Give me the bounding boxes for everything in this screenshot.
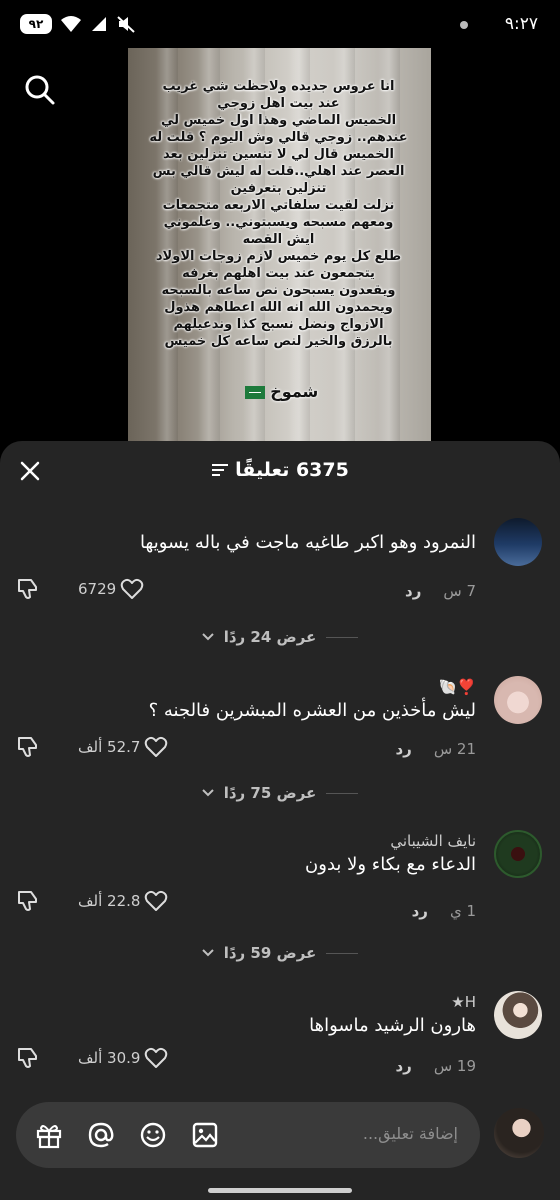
view-replies-label: عرض 59 ردًا (223, 944, 317, 962)
avatar[interactable] (494, 830, 542, 878)
like-count: 52.7 ألف (78, 738, 141, 756)
heart-icon[interactable] (144, 890, 168, 912)
comment-body: نايف الشيباني الدعاء مع بكاء ولا بدون (14, 830, 476, 878)
emoji-icon (140, 1122, 166, 1148)
video-preview[interactable]: انا عروس جديده ولاحظت شي غريب عند بيت اه… (128, 48, 431, 448)
comment-time: 1 ي (449, 902, 476, 920)
divider (326, 792, 359, 794)
comment-username[interactable]: نايف الشيباني (14, 830, 476, 852)
comment-username[interactable]: H★ (14, 991, 476, 1013)
view-replies-button[interactable]: عرض 59 ردًا (0, 944, 560, 962)
divider (326, 636, 359, 638)
comment-body: النمرود وهو اكبر طاغيه ماجت في باله يسوي… (14, 518, 476, 556)
view-replies-label: عرض 24 ردًا (223, 628, 317, 646)
comment-actions: 22.8 ألف (16, 890, 168, 912)
close-button[interactable] (14, 455, 46, 487)
emoji-button[interactable] (138, 1120, 168, 1150)
comment-actions: 6729 (16, 578, 144, 600)
video-signature: شموخ (128, 382, 431, 401)
comment-item: H★ هارون الرشيد ماسواها 19 س رد 30.9 ألف (0, 991, 560, 1101)
comment-time: 7 س (443, 582, 476, 600)
view-replies-button[interactable]: عرض 24 ردًا (0, 628, 560, 646)
comment-time: 19 س (433, 1057, 476, 1075)
signature-text: شموخ (270, 382, 319, 401)
like-count: 30.9 ألف (78, 1049, 141, 1067)
comment-text: ليش مأخذين من العشره المبشرين فالجنه ؟ (148, 700, 476, 721)
like-count: 22.8 ألف (78, 892, 141, 910)
reply-button[interactable]: رد (395, 1057, 411, 1075)
comment-input[interactable]: إضافة تعليق... (16, 1102, 480, 1168)
comment-count: 6375 تعليقًا (235, 459, 349, 481)
comments-sheet: 6375 تعليقًا النمرود وهو اكبر طاغيه ماجت… (0, 441, 560, 1200)
wifi-icon (61, 16, 81, 32)
comment-text: الدعاء مع بكاء ولا بدون (305, 854, 476, 875)
comment-item: نايف الشيباني الدعاء مع بكاء ولا بدون 1 … (0, 830, 560, 940)
view-replies-label: عرض 75 ردًا (223, 784, 317, 802)
input-actions (34, 1120, 220, 1150)
search-button[interactable] (20, 70, 60, 110)
heart-icon[interactable] (120, 578, 144, 600)
comment-item: ❣️🐚 ليش مأخذين من العشره المبشرين فالجنه… (0, 676, 560, 786)
filter-icon[interactable] (211, 462, 229, 478)
notification-dot (460, 21, 468, 29)
reply-button[interactable]: رد (395, 740, 411, 758)
chevron-down-icon (202, 949, 214, 957)
comment-actions: 52.7 ألف (16, 736, 168, 758)
mute-icon (117, 16, 135, 33)
sheet-header: 6375 تعليقًا (0, 441, 560, 501)
thumbs-down-icon[interactable] (16, 736, 40, 758)
comment-item: النمرود وهو اكبر طاغيه ماجت في باله يسوي… (0, 518, 560, 628)
comment-body: ❣️🐚 ليش مأخذين من العشره المبشرين فالجنه… (14, 676, 476, 724)
avatar[interactable] (494, 991, 542, 1039)
comment-meta: 21 س رد (395, 740, 476, 758)
like-count: 6729 (78, 580, 117, 598)
comment-time: 21 س (433, 740, 476, 758)
comment-meta: 1 ي رد (412, 902, 476, 920)
reply-button[interactable]: رد (405, 582, 421, 600)
image-button[interactable] (190, 1120, 220, 1150)
status-icons: ٩٢ (20, 14, 136, 34)
chevron-down-icon (202, 789, 214, 797)
chevron-down-icon (202, 633, 214, 641)
mention-button[interactable] (86, 1120, 116, 1150)
battery-icon: ٩٢ (20, 14, 52, 34)
saudi-flag-icon (244, 386, 265, 399)
signal-icon (92, 17, 106, 31)
gift-icon (36, 1125, 62, 1149)
reply-button[interactable]: رد (412, 902, 428, 920)
my-avatar[interactable] (494, 1108, 544, 1158)
view-replies-button[interactable]: عرض 75 ردًا (0, 784, 560, 802)
thumbs-down-icon[interactable] (16, 578, 40, 600)
comment-count-header: 6375 تعليقًا (0, 459, 560, 481)
comment-actions: 30.9 ألف (16, 1047, 168, 1069)
divider (326, 952, 359, 954)
heart-icon[interactable] (144, 1047, 168, 1069)
comment-input-placeholder[interactable]: إضافة تعليق... (363, 1124, 458, 1143)
search-icon (25, 75, 55, 105)
thumbs-down-icon[interactable] (16, 890, 40, 912)
battery-level: ٩٢ (28, 17, 44, 31)
comment-text: النمرود وهو اكبر طاغيه ماجت في باله يسوي… (139, 532, 476, 553)
avatar[interactable] (494, 518, 542, 566)
comment-username[interactable]: ❣️🐚 (14, 676, 476, 698)
close-icon (20, 461, 40, 481)
home-indicator[interactable] (208, 1188, 352, 1193)
comment-text: هارون الرشيد ماسواها (309, 1015, 476, 1036)
heart-icon[interactable] (144, 736, 168, 758)
gift-button[interactable] (34, 1120, 64, 1150)
comment-meta: 19 س رد (395, 1057, 476, 1075)
comment-body: H★ هارون الرشيد ماسواها (14, 991, 476, 1039)
image-icon (192, 1122, 218, 1148)
status-time: ٩:٢٧ (504, 14, 538, 34)
thumbs-down-icon[interactable] (16, 1047, 40, 1069)
avatar[interactable] (494, 676, 542, 724)
status-bar: ٩٢ ٩:٢٧ (0, 0, 560, 52)
comment-meta: 7 س رد (405, 582, 476, 600)
at-icon (88, 1122, 114, 1148)
video-overlay-text: انا عروس جديده ولاحظت شي غريب عند بيت اه… (149, 79, 408, 349)
